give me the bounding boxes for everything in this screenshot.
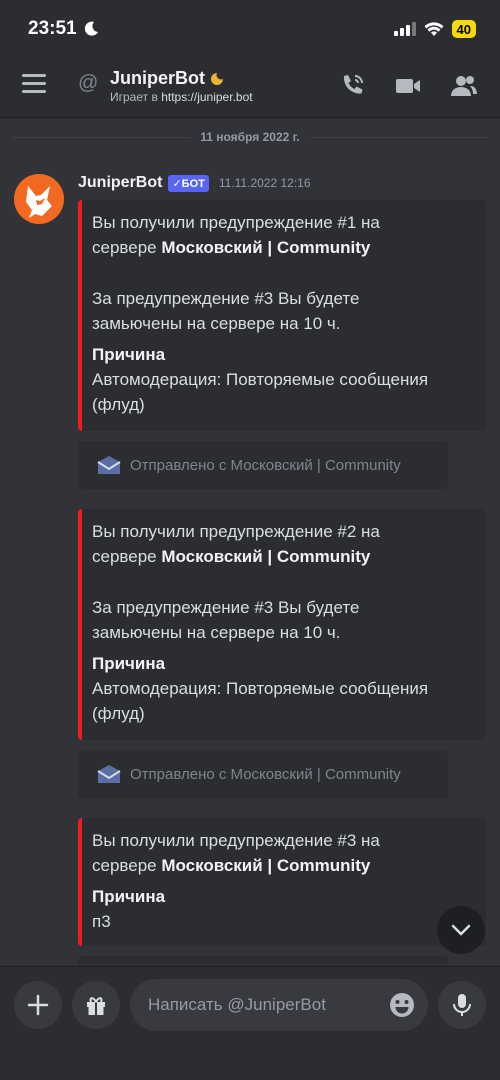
embed-line: (флуд) — [92, 704, 145, 723]
gift-icon — [87, 997, 105, 1015]
sent-from-button-1[interactable]: Отправлено с Московский | Community — [78, 441, 448, 489]
wifi-icon — [424, 21, 444, 36]
plus-icon — [27, 994, 49, 1016]
embed-field-value: п3 — [92, 909, 472, 934]
message-timestamp: 11.11.2022 12:16 — [218, 176, 311, 190]
embed-line: сервере Московский | Community — [92, 235, 472, 260]
sent-from-button-3[interactable] — [78, 956, 448, 966]
embed-field-name: Причина — [92, 887, 166, 906]
date-divider: 11 ноября 2022 г. — [12, 128, 488, 146]
bot-tag: ✓БОТ — [168, 174, 209, 192]
menu-icon[interactable] — [22, 74, 46, 96]
video-call-icon[interactable] — [394, 72, 422, 100]
mail-icon — [97, 456, 121, 474]
battery-level: 40 — [456, 21, 471, 37]
embed-line: Автомодерация: Повторяемые сообщения — [92, 679, 429, 698]
signal-icon — [393, 22, 416, 36]
emoji-icon[interactable] — [388, 991, 416, 1019]
microphone-icon — [453, 994, 471, 1016]
embed-line: замьючены на сервере на 10 ч. — [92, 314, 341, 333]
embed-line: За предупреждение #3 Вы будете — [92, 598, 360, 617]
message-input-container — [130, 979, 428, 1031]
embed-line: Вы получили предупреждение #2 на — [92, 522, 380, 541]
fox-logo-icon — [26, 186, 52, 218]
warning-embed-3: Вы получили предупреждение #3 на сервере… — [78, 818, 486, 946]
voice-call-icon[interactable] — [338, 72, 366, 100]
sent-from-button-2[interactable]: Отправлено с Московский | Community — [78, 750, 448, 798]
sent-from-label: Отправлено с Московский | Community — [130, 456, 401, 474]
battery-indicator: 40 — [451, 20, 476, 38]
chevron-down-icon — [451, 924, 471, 936]
embed-description: Вы получили предупреждение #2 на сервере… — [92, 519, 472, 645]
status-icons: 40 — [393, 20, 476, 38]
embed-line: сервере Московский | Community — [92, 853, 472, 878]
divider-line — [309, 136, 488, 138]
mail-icon — [97, 765, 121, 783]
header-actions — [338, 72, 478, 100]
date-divider-text: 11 ноября 2022 г. — [200, 130, 300, 144]
embed-line: сервере Московский | Community — [92, 544, 472, 569]
embed-line: Вы получили предупреждение #3 на — [92, 831, 380, 850]
embed-line: Вы получили предупреждение #1 на — [92, 213, 380, 232]
gift-button[interactable] — [72, 981, 120, 1029]
chat-header: @ JuniperBot Играет в https://juniper.bo… — [0, 58, 500, 118]
server-name: Московский | Community — [161, 238, 371, 257]
idle-status-icon — [211, 72, 224, 85]
activity-prefix: Играет в — [110, 90, 158, 104]
add-attachment-button[interactable] — [14, 981, 62, 1029]
server-name: Московский | Community — [161, 547, 371, 566]
embed-field-name: Причина — [92, 345, 166, 364]
embed-line: п3 — [92, 912, 111, 931]
at-icon: @ — [78, 72, 99, 94]
author-name[interactable]: JuniperBot — [78, 174, 162, 192]
avatar[interactable] — [14, 174, 64, 224]
message-composer — [0, 966, 500, 1080]
voice-message-button[interactable] — [438, 981, 486, 1029]
embed-line: Автомодерация: Повторяемые сообщения — [92, 370, 429, 389]
dm-username: JuniperBot — [110, 68, 206, 88]
warning-embed-2: Вы получили предупреждение #2 на сервере… — [78, 509, 486, 740]
message-header: JuniperBot ✓БОТ 11.11.2022 12:16 — [78, 174, 311, 192]
embed-line: За предупреждение #3 Вы будете — [92, 289, 360, 308]
embed-text: сервере — [92, 856, 162, 875]
embed-line: замьючены на сервере на 10 ч. — [92, 623, 341, 642]
status-bar: 23:51 40 — [0, 0, 500, 58]
channel-title[interactable]: JuniperBot — [110, 68, 224, 89]
embed-field-value: Автомодерация: Повторяемые сообщения (фл… — [92, 676, 472, 726]
members-icon[interactable] — [450, 72, 478, 100]
embed-description: Вы получили предупреждение #1 на сервере… — [92, 210, 472, 336]
server-name: Московский | Community — [161, 856, 371, 875]
jump-to-bottom-button[interactable] — [437, 906, 485, 954]
status-time: 23:51 — [28, 18, 99, 40]
embed-description: Вы получили предупреждение #3 на сервере… — [92, 828, 472, 878]
clock-text: 23:51 — [28, 18, 77, 39]
embed-field-value: Автомодерация: Повторяемые сообщения (фл… — [92, 367, 472, 417]
embed-field-name: Причина — [92, 654, 166, 673]
activity-status: Играет в https://juniper.bot — [110, 90, 253, 104]
embed-text: сервере — [92, 547, 162, 566]
embed-line: (флуд) — [92, 395, 145, 414]
moon-icon — [84, 21, 98, 36]
warning-embed-1: Вы получили предупреждение #1 на сервере… — [78, 200, 486, 431]
embed-text: сервере — [92, 238, 162, 257]
sent-from-label: Отправлено с Московский | Community — [130, 765, 401, 783]
activity-link: https://juniper.bot — [161, 90, 253, 104]
divider-line — [12, 136, 191, 138]
message-input[interactable] — [148, 995, 368, 1015]
